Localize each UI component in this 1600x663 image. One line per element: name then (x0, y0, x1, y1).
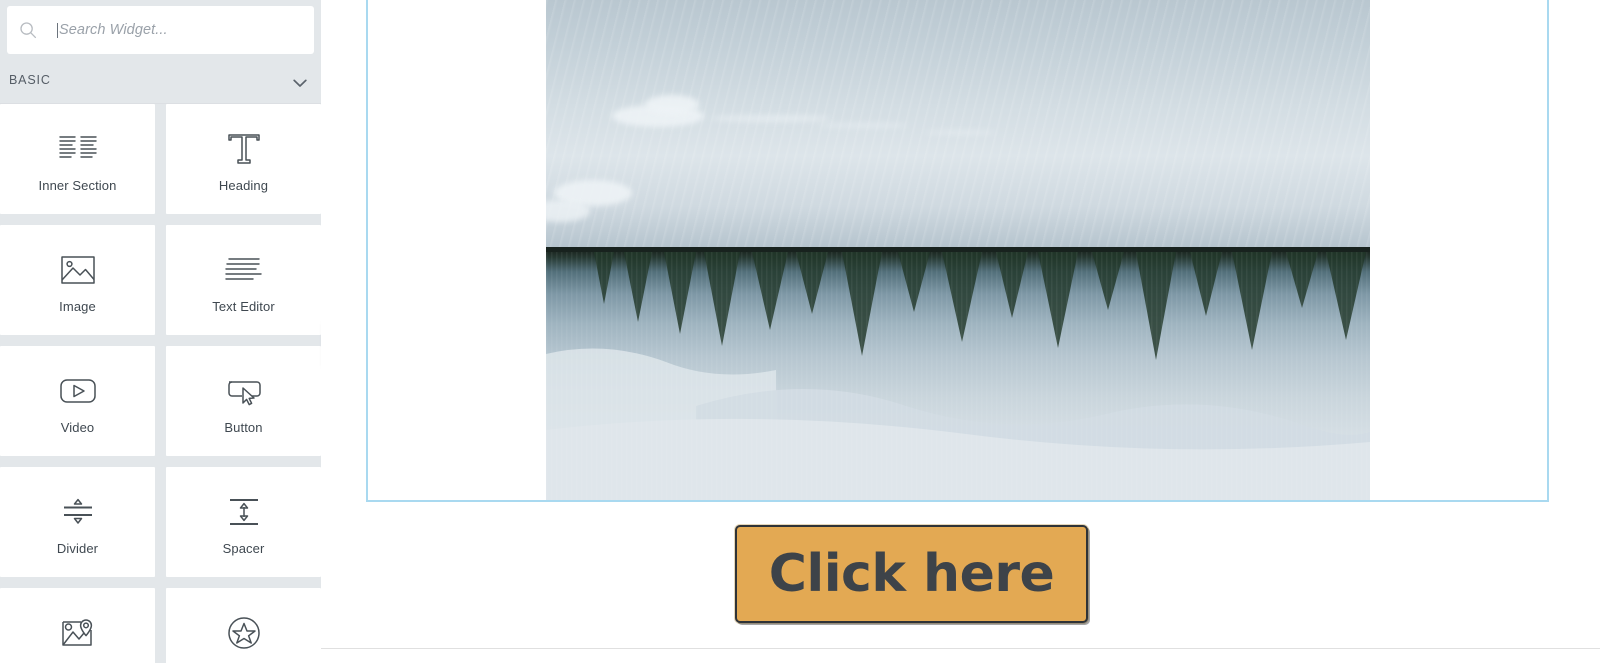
search-icon (19, 21, 37, 39)
divider-icon (59, 489, 97, 535)
section-title: BASIC (9, 72, 51, 87)
widget-label: Heading (218, 177, 269, 193)
image-icon (60, 247, 96, 293)
selected-section[interactable] (366, 0, 1549, 502)
video-icon (59, 368, 97, 414)
text-caret (57, 22, 58, 38)
elementor-editor: BASIC (0, 0, 1600, 663)
widget-item-text-editor[interactable]: Text Editor (166, 225, 321, 335)
widget-label: Inner Section (38, 177, 117, 193)
widget-label: Spacer (222, 540, 265, 556)
section-header-basic[interactable]: BASIC (0, 56, 321, 104)
widget-item-icon[interactable]: Icon (166, 588, 321, 663)
button-icon (225, 368, 263, 414)
widget-item-heading[interactable]: Heading (166, 104, 321, 214)
inner-section-icon (58, 126, 98, 172)
widget-label: Image (59, 298, 96, 314)
widget-item-button[interactable]: Button (166, 346, 321, 456)
search-box[interactable] (7, 6, 314, 54)
canvas-divider (321, 648, 1600, 649)
editor-canvas: Click here (321, 0, 1600, 663)
widget-item-image[interactable]: Image (0, 225, 155, 335)
button-widget[interactable]: Click here (735, 525, 1088, 623)
chevron-down-icon[interactable] (293, 75, 307, 87)
widget-item-divider[interactable]: Divider (0, 467, 155, 577)
star-icon (227, 610, 261, 656)
spacer-icon (227, 489, 261, 535)
widget-grid: Inner Section Heading Image Text Editor … (0, 104, 321, 663)
widget-label: Text Editor (212, 298, 275, 314)
heading-icon (226, 126, 262, 172)
widget-item-video[interactable]: Video (0, 346, 155, 456)
image-widget[interactable] (546, 0, 1370, 500)
google-maps-icon (60, 610, 96, 656)
button-label: Click here (768, 544, 1055, 604)
widget-panel: BASIC (0, 0, 321, 663)
text-editor-icon (224, 247, 264, 293)
click-here-button[interactable]: Click here (735, 525, 1088, 623)
widget-label: Divider (56, 540, 99, 556)
widget-label: Button (224, 419, 263, 435)
search-area (0, 0, 321, 56)
widget-item-spacer[interactable]: Spacer (166, 467, 321, 577)
widget-item-google-maps[interactable]: Google Maps (0, 588, 155, 663)
widget-item-inner-section[interactable]: Inner Section (0, 104, 155, 214)
widget-label: Video (60, 419, 95, 435)
search-input[interactable] (59, 22, 314, 38)
landscape-image (546, 0, 1370, 500)
